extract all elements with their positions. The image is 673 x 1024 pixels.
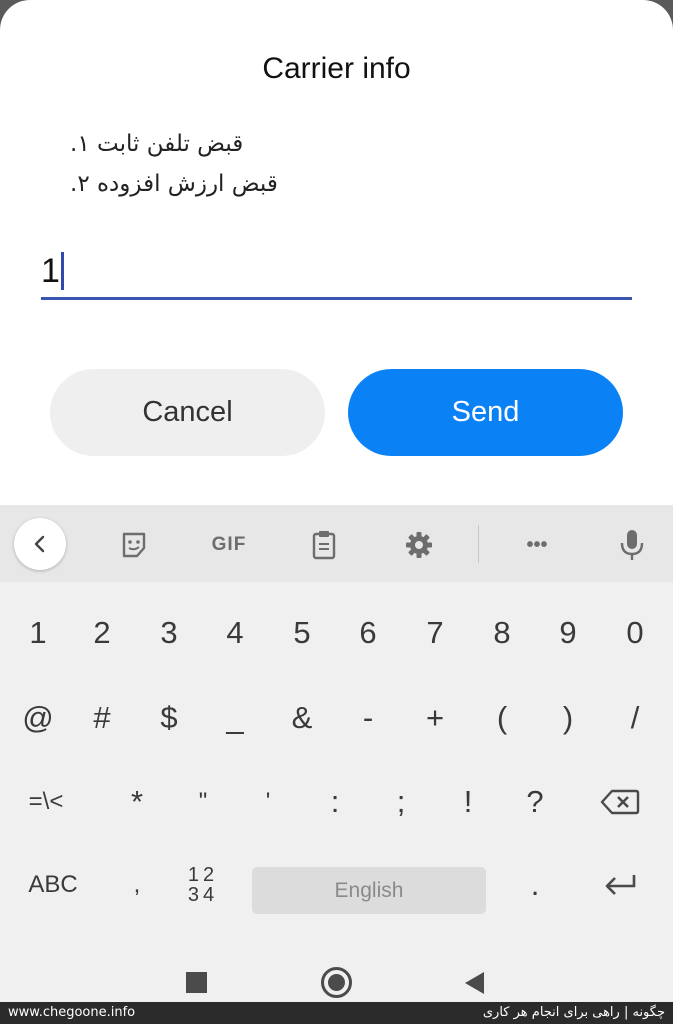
key-5[interactable]: 5	[272, 598, 332, 668]
key-minus[interactable]: -	[338, 683, 398, 753]
space-bar[interactable]: English	[252, 867, 486, 914]
recent-apps-icon[interactable]	[186, 972, 207, 993]
key-ampersand[interactable]: &	[272, 683, 332, 753]
numpad-toggle-label: 12 34	[187, 864, 219, 906]
key-7[interactable]: 7	[405, 598, 465, 668]
settings-button[interactable]	[397, 523, 441, 567]
key-period[interactable]: .	[505, 850, 565, 920]
enter-icon	[605, 875, 636, 895]
clipboard-icon	[312, 531, 336, 560]
cancel-button[interactable]: Cancel	[50, 369, 325, 456]
send-button[interactable]: Send	[348, 369, 623, 456]
reply-input-value: 1	[41, 252, 64, 292]
key-dollar[interactable]: $	[139, 683, 199, 753]
dialog-title: Carrier info	[262, 52, 411, 85]
key-6[interactable]: 6	[338, 598, 398, 668]
key-colon[interactable]: :	[305, 767, 365, 837]
menu-line-1: قبض تلفن ثابت ۱.	[70, 131, 244, 157]
more-icon: •••	[526, 533, 548, 556]
gif-icon: GIF	[211, 534, 247, 555]
toolbar-divider	[478, 525, 479, 563]
carrier-info-dialog: Carrier info قبض تلفن ثابت ۱. قبض ارزش ا…	[0, 0, 673, 505]
gear-icon	[406, 532, 432, 558]
key-enter[interactable]	[588, 850, 652, 920]
key-2[interactable]: 2	[72, 598, 132, 668]
reply-input[interactable]: 1	[41, 250, 632, 300]
key-backspace[interactable]	[585, 767, 655, 837]
key-0[interactable]: 0	[605, 598, 665, 668]
key-4[interactable]: 4	[205, 598, 265, 668]
back-icon	[34, 535, 45, 553]
clipboard-button[interactable]	[302, 523, 346, 567]
text-caret	[60, 252, 64, 291]
key-abc[interactable]: ABC	[18, 850, 88, 920]
watermark-url: www.chegoone.info	[8, 1005, 136, 1020]
key-slash[interactable]: /	[605, 683, 665, 753]
key-numpad-toggle[interactable]: 12 34	[173, 850, 233, 920]
keyboard-back-button[interactable]	[14, 518, 66, 570]
ussd-menu-text: قبض تلفن ثابت ۱. قبض ارزش افزوده ۲.	[70, 124, 330, 204]
mic-icon	[620, 530, 644, 560]
voice-input-button[interactable]	[610, 523, 654, 567]
key-1[interactable]: 1	[8, 598, 68, 668]
home-icon[interactable]	[321, 967, 352, 998]
key-single-quote[interactable]: '	[238, 767, 298, 837]
key-question[interactable]: ?	[505, 767, 565, 837]
system-navigation-bar	[0, 950, 673, 1002]
key-hash[interactable]: #	[72, 683, 132, 753]
nav-back-icon[interactable]	[465, 972, 484, 994]
key-8[interactable]: 8	[472, 598, 532, 668]
key-9[interactable]: 9	[538, 598, 598, 668]
key-3[interactable]: 3	[139, 598, 199, 668]
menu-line-2: قبض ارزش افزوده ۲.	[70, 171, 278, 197]
key-plus[interactable]: +	[405, 683, 465, 753]
sticker-button[interactable]	[112, 523, 156, 567]
key-double-quote[interactable]: "	[173, 767, 233, 837]
watermark-bar: www.chegoone.info چگونه | راهی برای انجا…	[0, 1002, 673, 1024]
sticker-icon	[122, 532, 146, 558]
key-semicolon[interactable]: ;	[371, 767, 431, 837]
on-screen-keyboard: GIF ••• 1 2 3 4 5 6 7 8 9 0 @ # $ _ & - …	[0, 505, 673, 1000]
keyboard-toolbar: GIF •••	[0, 505, 673, 582]
key-comma[interactable]: ,	[107, 850, 167, 920]
key-exclamation[interactable]: !	[438, 767, 498, 837]
gif-button[interactable]: GIF	[207, 523, 251, 567]
more-button[interactable]: •••	[515, 523, 559, 567]
key-open-paren[interactable]: (	[472, 683, 532, 753]
key-at[interactable]: @	[8, 683, 68, 753]
key-more-symbols[interactable]: =\<	[8, 767, 84, 837]
backspace-icon	[600, 789, 640, 815]
key-close-paren[interactable]: )	[538, 683, 598, 753]
key-asterisk[interactable]: *	[107, 767, 167, 837]
key-underscore[interactable]: _	[205, 683, 265, 753]
watermark-slogan: چگونه | راهی برای انجام هر کاری	[482, 1005, 665, 1020]
